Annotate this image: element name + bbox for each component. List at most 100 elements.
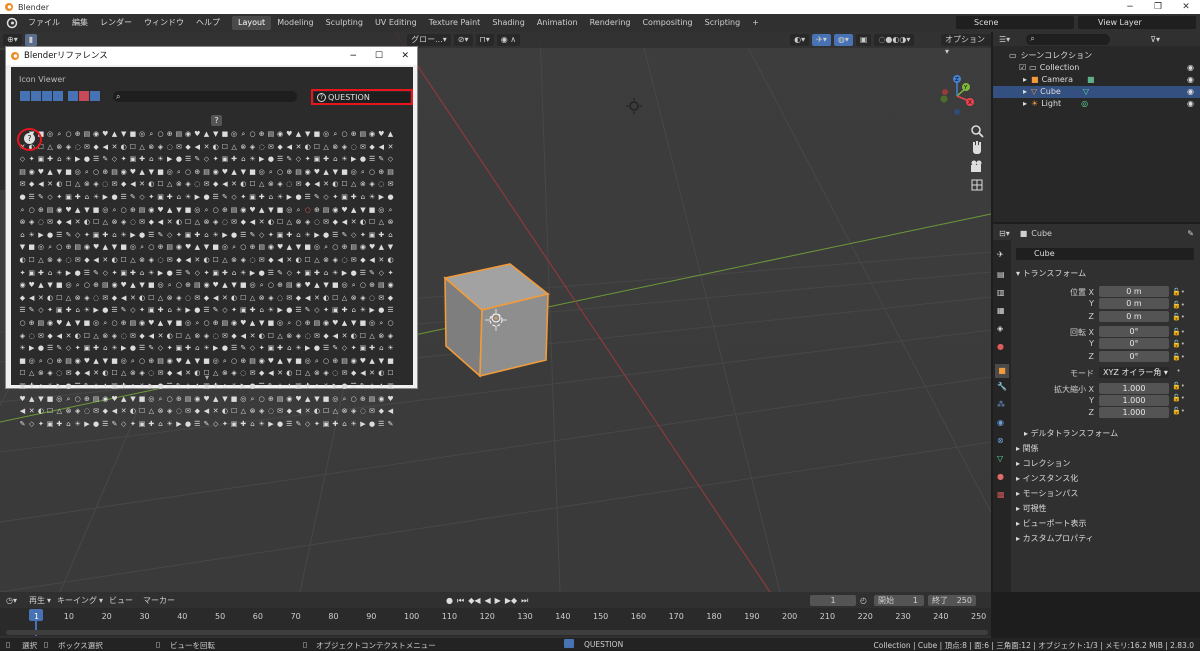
rotation-x-field[interactable]: 0° [1099, 326, 1169, 337]
icon-grid-item[interactable]: ⌕ [294, 206, 303, 215]
icon-grid-item[interactable]: ☀ [147, 269, 156, 278]
icon-grid-item[interactable]: ▤ [377, 281, 386, 290]
icon-grid-item[interactable]: ♥ [303, 281, 312, 290]
scale-y-field[interactable]: 1.000 [1099, 395, 1169, 406]
icon-grid-item[interactable]: ☀ [46, 382, 55, 391]
icon-grid-item[interactable]: ▲ [248, 319, 257, 328]
icon-grid-item[interactable]: ⌂ [202, 231, 211, 240]
icon-grid-item[interactable]: ◇ [220, 306, 229, 315]
icon-grid-item[interactable]: ✉ [101, 294, 110, 303]
icon-grid-item[interactable]: ▣ [248, 193, 257, 202]
icon-grid-item[interactable]: ◎ [377, 206, 386, 215]
icon-grid-item[interactable]: ▼ [377, 357, 386, 366]
icon-grid-item[interactable]: ○ [156, 130, 165, 139]
icon-grid-item[interactable]: ☐ [340, 180, 349, 189]
icon-grid-item[interactable]: ✕ [193, 256, 202, 265]
filter-matcap-icon[interactable] [53, 91, 63, 101]
icon-grid-item[interactable]: ● [174, 155, 183, 164]
icon-grid-item[interactable]: ○ [276, 168, 285, 177]
icon-grid-item[interactable]: ▼ [303, 130, 312, 139]
icon-grid-item[interactable]: ⊗ [174, 180, 183, 189]
outliner-item-cube[interactable]: ▸ ▽ Cube ▽ ◉ [993, 86, 1200, 98]
icon-grid-item[interactable]: ◈ [303, 218, 312, 227]
location-y-field[interactable]: 0 m [1099, 298, 1169, 309]
icon-grid-item[interactable]: ☰ [73, 382, 82, 391]
icon-grid-item[interactable]: ▼ [138, 281, 147, 290]
icon-grid-item[interactable]: ☐ [110, 369, 119, 378]
icon-grid-item[interactable]: ◉ [92, 130, 101, 139]
icon-grid-item[interactable]: ◉ [211, 168, 220, 177]
icon-grid-item[interactable]: ◈ [18, 332, 27, 341]
icon-grid-item[interactable]: ⊕ [92, 281, 101, 290]
lock-icon[interactable]: 🔓• [1172, 286, 1192, 299]
icon-grid-item[interactable]: ◎ [340, 281, 349, 290]
rotation-y-field[interactable]: 0° [1099, 338, 1169, 349]
icon-grid-item[interactable]: ■ [156, 168, 165, 177]
icon-grid-item[interactable]: ✚ [165, 193, 174, 202]
maximize-button[interactable]: ❐ [1144, 0, 1172, 14]
icon-grid-item[interactable]: ■ [138, 395, 147, 404]
icon-grid-item[interactable]: ⌕ [128, 357, 137, 366]
icon-grid-item[interactable]: ◆ [266, 256, 275, 265]
icon-grid-item[interactable]: ⌂ [128, 382, 137, 391]
icon-grid-item[interactable]: ■ [220, 130, 229, 139]
icon-grid-item[interactable]: ◌ [128, 218, 137, 227]
icon-grid-item[interactable]: ◈ [165, 407, 174, 416]
icon-grid-item[interactable]: ◆ [193, 407, 202, 416]
icon-grid-item[interactable]: ☰ [368, 155, 377, 164]
icon-grid-item[interactable]: ▲ [46, 168, 55, 177]
icon-grid-item[interactable]: ✚ [248, 306, 257, 315]
icon-grid-item[interactable]: ⊕ [248, 243, 257, 252]
icon-grid-item[interactable]: ✚ [101, 231, 110, 240]
icon-grid-item[interactable]: ▣ [294, 382, 303, 391]
icon-grid-item[interactable]: ✦ [386, 269, 395, 278]
icon-grid-item[interactable]: ▶ [27, 344, 36, 353]
icon-grid-item[interactable]: ⌂ [377, 344, 386, 353]
filter-cursor-icon[interactable] [79, 91, 89, 101]
pivot-button[interactable]: ⊘▾ [453, 34, 473, 46]
icon-grid-item[interactable]: ⌕ [266, 168, 275, 177]
icon-grid-item[interactable]: ◎ [92, 319, 101, 328]
icon-grid-item[interactable]: ▲ [138, 168, 147, 177]
icon-grid-item[interactable]: ⌕ [230, 243, 239, 252]
icon-grid-item[interactable]: ▼ [294, 243, 303, 252]
icon-grid-item[interactable]: ▼ [211, 130, 220, 139]
icon-grid-item[interactable]: ▶ [92, 306, 101, 315]
icon-grid-item[interactable]: ◉ [331, 206, 340, 215]
icon-grid-item[interactable]: ■ [82, 319, 91, 328]
icon-grid-item[interactable]: ♥ [220, 168, 229, 177]
icon-grid-item[interactable]: ▶ [174, 420, 183, 429]
icon-grid-item[interactable]: ⌂ [193, 344, 202, 353]
icon-grid-item[interactable]: ▤ [165, 243, 174, 252]
icon-grid-item[interactable]: ◇ [294, 155, 303, 164]
icon-grid-item[interactable]: ✚ [312, 269, 321, 278]
icon-grid-item[interactable]: ▶ [276, 306, 285, 315]
icon-grid-item[interactable]: ☀ [340, 155, 349, 164]
icon-grid-item[interactable]: ◐ [285, 369, 294, 378]
icon-grid-item[interactable]: ◎ [349, 168, 358, 177]
icon-grid-item[interactable]: ◆ [110, 294, 119, 303]
icon-grid-item[interactable]: △ [211, 369, 220, 378]
icon-grid-item[interactable]: ⌕ [110, 206, 119, 215]
icon-grid-item[interactable]: ■ [230, 395, 239, 404]
custom-properties-section[interactable]: ▸ カスタムプロパティ [1016, 533, 1094, 544]
icon-grid-item[interactable]: △ [147, 407, 156, 416]
icon-grid-item[interactable]: ◉ [138, 319, 147, 328]
icon-grid-item[interactable]: ▶ [193, 193, 202, 202]
icon-grid-item[interactable]: ✦ [101, 382, 110, 391]
icon-grid-item[interactable]: ◇ [312, 306, 321, 315]
icon-grid-item[interactable]: ✕ [340, 332, 349, 341]
icon-grid-item[interactable]: ⊗ [220, 369, 229, 378]
icon-grid-item[interactable]: △ [340, 294, 349, 303]
current-frame-field[interactable]: 1 [810, 595, 856, 606]
icon-grid-item[interactable]: ◌ [368, 294, 377, 303]
icon-grid-item[interactable]: ✦ [27, 155, 36, 164]
icon-grid-item[interactable]: ☰ [285, 420, 294, 429]
icon-grid-item[interactable]: ◈ [349, 407, 358, 416]
icon-grid-item[interactable]: ✉ [220, 332, 229, 341]
icon-grid-item[interactable]: ▣ [55, 306, 64, 315]
icon-grid-item[interactable]: ▶ [64, 269, 73, 278]
icon-grid-item[interactable]: ◉ [202, 281, 211, 290]
icon-grid-item[interactable]: ◌ [285, 180, 294, 189]
icon-grid-item[interactable]: ✦ [55, 193, 64, 202]
